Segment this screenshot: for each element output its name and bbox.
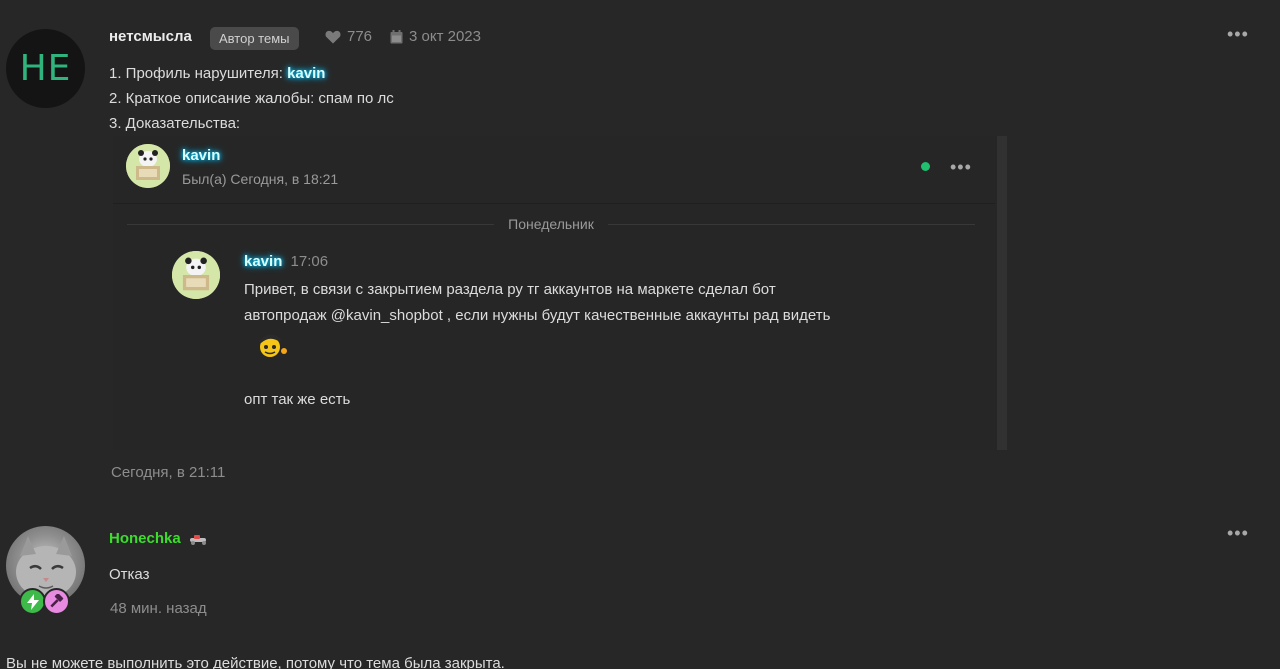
username[interactable]: Honechka xyxy=(109,530,210,547)
more-icon[interactable]: ••• xyxy=(1227,523,1249,544)
rider-icon xyxy=(189,535,206,546)
closed-thread-notice: Вы не можете выполнить это действие, пот… xyxy=(6,655,505,669)
lightning-icon xyxy=(19,588,46,615)
username-text: Honechka xyxy=(109,530,181,547)
hammer-icon xyxy=(43,588,70,615)
post-timestamp[interactable]: 48 мин. назад xyxy=(110,600,207,617)
post-2: Honechka ••• Отказ 48 мин. назад xyxy=(0,0,1280,669)
post-text: Отказ xyxy=(109,566,150,583)
